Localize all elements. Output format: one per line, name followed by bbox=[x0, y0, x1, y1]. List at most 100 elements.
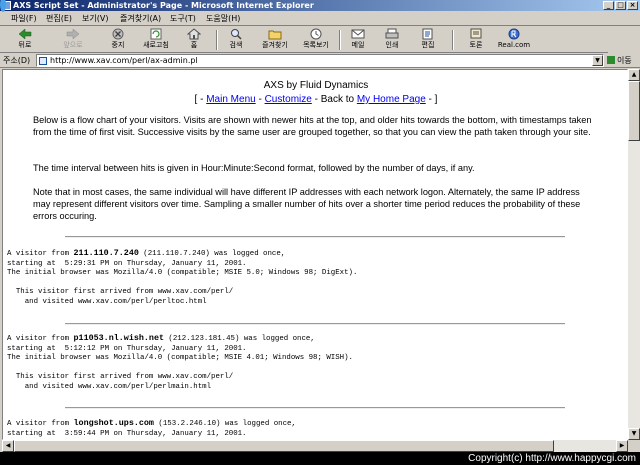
visit-prefix: A visitor from bbox=[7, 250, 74, 258]
divider bbox=[65, 407, 565, 409]
toolbar-separator bbox=[339, 30, 341, 50]
edit-button[interactable]: 편집 bbox=[414, 28, 442, 52]
visit-start: starting at 5:29:31 PM on Thursday, Janu… bbox=[7, 259, 247, 268]
vertical-scroll-thumb[interactable] bbox=[628, 81, 640, 141]
visit-prefix: A visitor from bbox=[7, 335, 74, 343]
customize-link[interactable]: Customize bbox=[265, 94, 312, 105]
nav-back-to-text: - Back to bbox=[311, 94, 357, 105]
go-arrow-icon bbox=[607, 56, 615, 64]
stop-button[interactable]: 중지 bbox=[104, 28, 132, 52]
realcom-label: Real.com bbox=[497, 41, 531, 49]
scroll-left-arrow-icon[interactable]: ◀ bbox=[2, 440, 14, 452]
history-icon bbox=[310, 28, 322, 40]
address-input[interactable]: http://www.xav.com/perl/ax-admin.pl ▼ bbox=[36, 54, 604, 67]
favorites-label: 즐겨찾기 bbox=[262, 41, 288, 49]
address-url[interactable]: http://www.xav.com/perl/ax-admin.pl bbox=[50, 56, 198, 66]
visit-start: starting at 3:59:44 PM on Thursday, Janu… bbox=[7, 429, 247, 438]
realcom-button[interactable]: Real.com bbox=[496, 28, 532, 52]
note-paragraph: Note that in most cases, the same indivi… bbox=[33, 187, 581, 221]
scroll-right-arrow-icon[interactable]: ▶ bbox=[616, 440, 628, 452]
page-content[interactable]: AXS by Fluid Dynamics [ - Main Menu - Cu… bbox=[2, 69, 628, 440]
address-label: 주소(D) bbox=[3, 56, 31, 65]
address-dropdown-arrow-icon[interactable]: ▼ bbox=[592, 55, 603, 66]
discuss-icon bbox=[470, 28, 482, 39]
home-icon bbox=[187, 28, 201, 40]
menu-tools[interactable]: 도구(T) bbox=[170, 13, 196, 24]
main-menu-link[interactable]: Main Menu bbox=[206, 94, 255, 105]
menu-edit[interactable]: 편집(E) bbox=[46, 13, 72, 24]
scroll-down-arrow-icon[interactable]: ▼ bbox=[628, 428, 640, 440]
print-button[interactable]: 인쇄 bbox=[378, 28, 406, 52]
print-icon bbox=[385, 28, 399, 39]
search-button[interactable]: 검색 bbox=[222, 28, 250, 52]
discuss-label: 토론 bbox=[469, 41, 483, 49]
home-label: 홈 bbox=[190, 41, 198, 49]
menu-help[interactable]: 도움말(H) bbox=[206, 13, 240, 24]
visitor-host: longshot.ups.com bbox=[73, 418, 154, 428]
favorites-button[interactable]: 즐겨찾기 bbox=[256, 28, 294, 52]
intro-paragraph: Below is a flow chart of your visitors. … bbox=[33, 115, 592, 137]
divider bbox=[65, 236, 565, 238]
page-title: AXS by Fluid Dynamics bbox=[263, 80, 369, 91]
go-button[interactable]: 이동 bbox=[607, 54, 639, 67]
mail-label: 메일 bbox=[351, 41, 365, 49]
minimize-button[interactable]: _ bbox=[603, 1, 614, 10]
visit-browser: The initial browser was Mozilla/4.0 (com… bbox=[7, 269, 358, 277]
refresh-button[interactable]: 새로고침 bbox=[138, 28, 174, 52]
go-label: 이동 bbox=[617, 56, 632, 65]
home-page-link[interactable]: My Home Page bbox=[357, 94, 426, 105]
visitor-entry: A visitor from 211.110.7.240 (211.110.7.… bbox=[7, 248, 358, 307]
discuss-button[interactable]: 토론 bbox=[462, 28, 490, 52]
menu-favorites[interactable]: 즐겨찾기(A) bbox=[120, 13, 161, 24]
visitor-host: 211.110.7.240 bbox=[73, 248, 139, 258]
window-title: AXS Script Set - Administrator's Page - … bbox=[13, 1, 314, 10]
close-button[interactable]: × bbox=[627, 1, 638, 10]
refresh-label: 새로고침 bbox=[143, 41, 169, 49]
interval-paragraph: The time interval between hits is given … bbox=[33, 163, 475, 173]
back-arrow-icon bbox=[18, 28, 32, 40]
visit-ip: (211.110.7.240) was logged once, bbox=[138, 250, 286, 258]
copyright-text: Copyright(c) http://www.happycgi.com bbox=[468, 453, 636, 464]
visitor-entry: A visitor from longshot.ups.com (153.2.2… bbox=[7, 418, 296, 439]
visit-browser: The initial browser was Mozilla/4.0 (com… bbox=[7, 354, 353, 362]
search-label: 검색 bbox=[229, 41, 243, 49]
divider bbox=[65, 323, 565, 325]
menu-file[interactable]: 파일(F) bbox=[11, 13, 37, 24]
toolbar: 뒤로 앞으로 중지 새로고침 홈 검색 즐겨찾기 목록보기 메일 인쇄 편집 토… bbox=[0, 27, 608, 53]
forward-label: 앞으로 bbox=[63, 41, 83, 49]
nav-bracket-open: [ - bbox=[194, 94, 207, 105]
search-icon bbox=[231, 29, 242, 40]
visit-start: starting at 5:12:12 PM on Thursday, Janu… bbox=[7, 344, 247, 353]
toolbar-separator bbox=[452, 30, 454, 50]
maximize-button[interactable]: □ bbox=[615, 1, 626, 10]
visit-page: and visited www.xav.com/perl/perlmain.ht… bbox=[7, 382, 212, 391]
menu-bar: 파일(F) 편집(E) 보기(V) 즐겨찾기(A) 도구(T) 도움말(H) bbox=[0, 11, 640, 26]
visit-referrer: This visitor first arrived from www.xav.… bbox=[7, 288, 234, 296]
page-nav: [ - Main Menu - Customize - Back to My H… bbox=[3, 94, 627, 105]
browser-window: AXS Script Set - Administrator's Page - … bbox=[0, 0, 640, 452]
favorites-folder-icon bbox=[268, 30, 282, 40]
address-bar: 주소(D) http://www.xav.com/perl/ax-admin.p… bbox=[0, 53, 640, 68]
title-bar[interactable]: AXS Script Set - Administrator's Page - … bbox=[0, 0, 640, 11]
refresh-icon bbox=[150, 28, 162, 40]
toolbar-separator bbox=[216, 30, 218, 50]
stop-icon bbox=[112, 28, 124, 40]
realcom-icon bbox=[508, 28, 520, 40]
home-button[interactable]: 홈 bbox=[180, 28, 208, 52]
menu-view[interactable]: 보기(V) bbox=[82, 13, 108, 24]
mail-icon bbox=[351, 29, 365, 39]
visitor-host: p11053.nl.wish.net bbox=[73, 333, 164, 343]
visit-page: and visited www.xav.com/perl/perltoc.htm… bbox=[7, 297, 207, 306]
forward-button[interactable]: 앞으로 bbox=[56, 28, 90, 52]
history-label: 목록보기 bbox=[303, 41, 329, 49]
back-button[interactable]: 뒤로 bbox=[8, 28, 42, 52]
visit-prefix: A visitor from bbox=[7, 420, 74, 428]
history-button[interactable]: 목록보기 bbox=[298, 28, 334, 52]
page-icon bbox=[39, 57, 47, 65]
horizontal-scroll-thumb[interactable] bbox=[14, 440, 554, 452]
nav-dash: - bbox=[255, 94, 265, 105]
scroll-up-arrow-icon[interactable]: ▲ bbox=[628, 69, 640, 81]
vertical-scrollbar[interactable]: ▲ ▼ bbox=[628, 69, 640, 440]
mail-button[interactable]: 메일 bbox=[344, 28, 372, 52]
horizontal-scrollbar[interactable]: ◀ ▶ bbox=[2, 440, 628, 452]
